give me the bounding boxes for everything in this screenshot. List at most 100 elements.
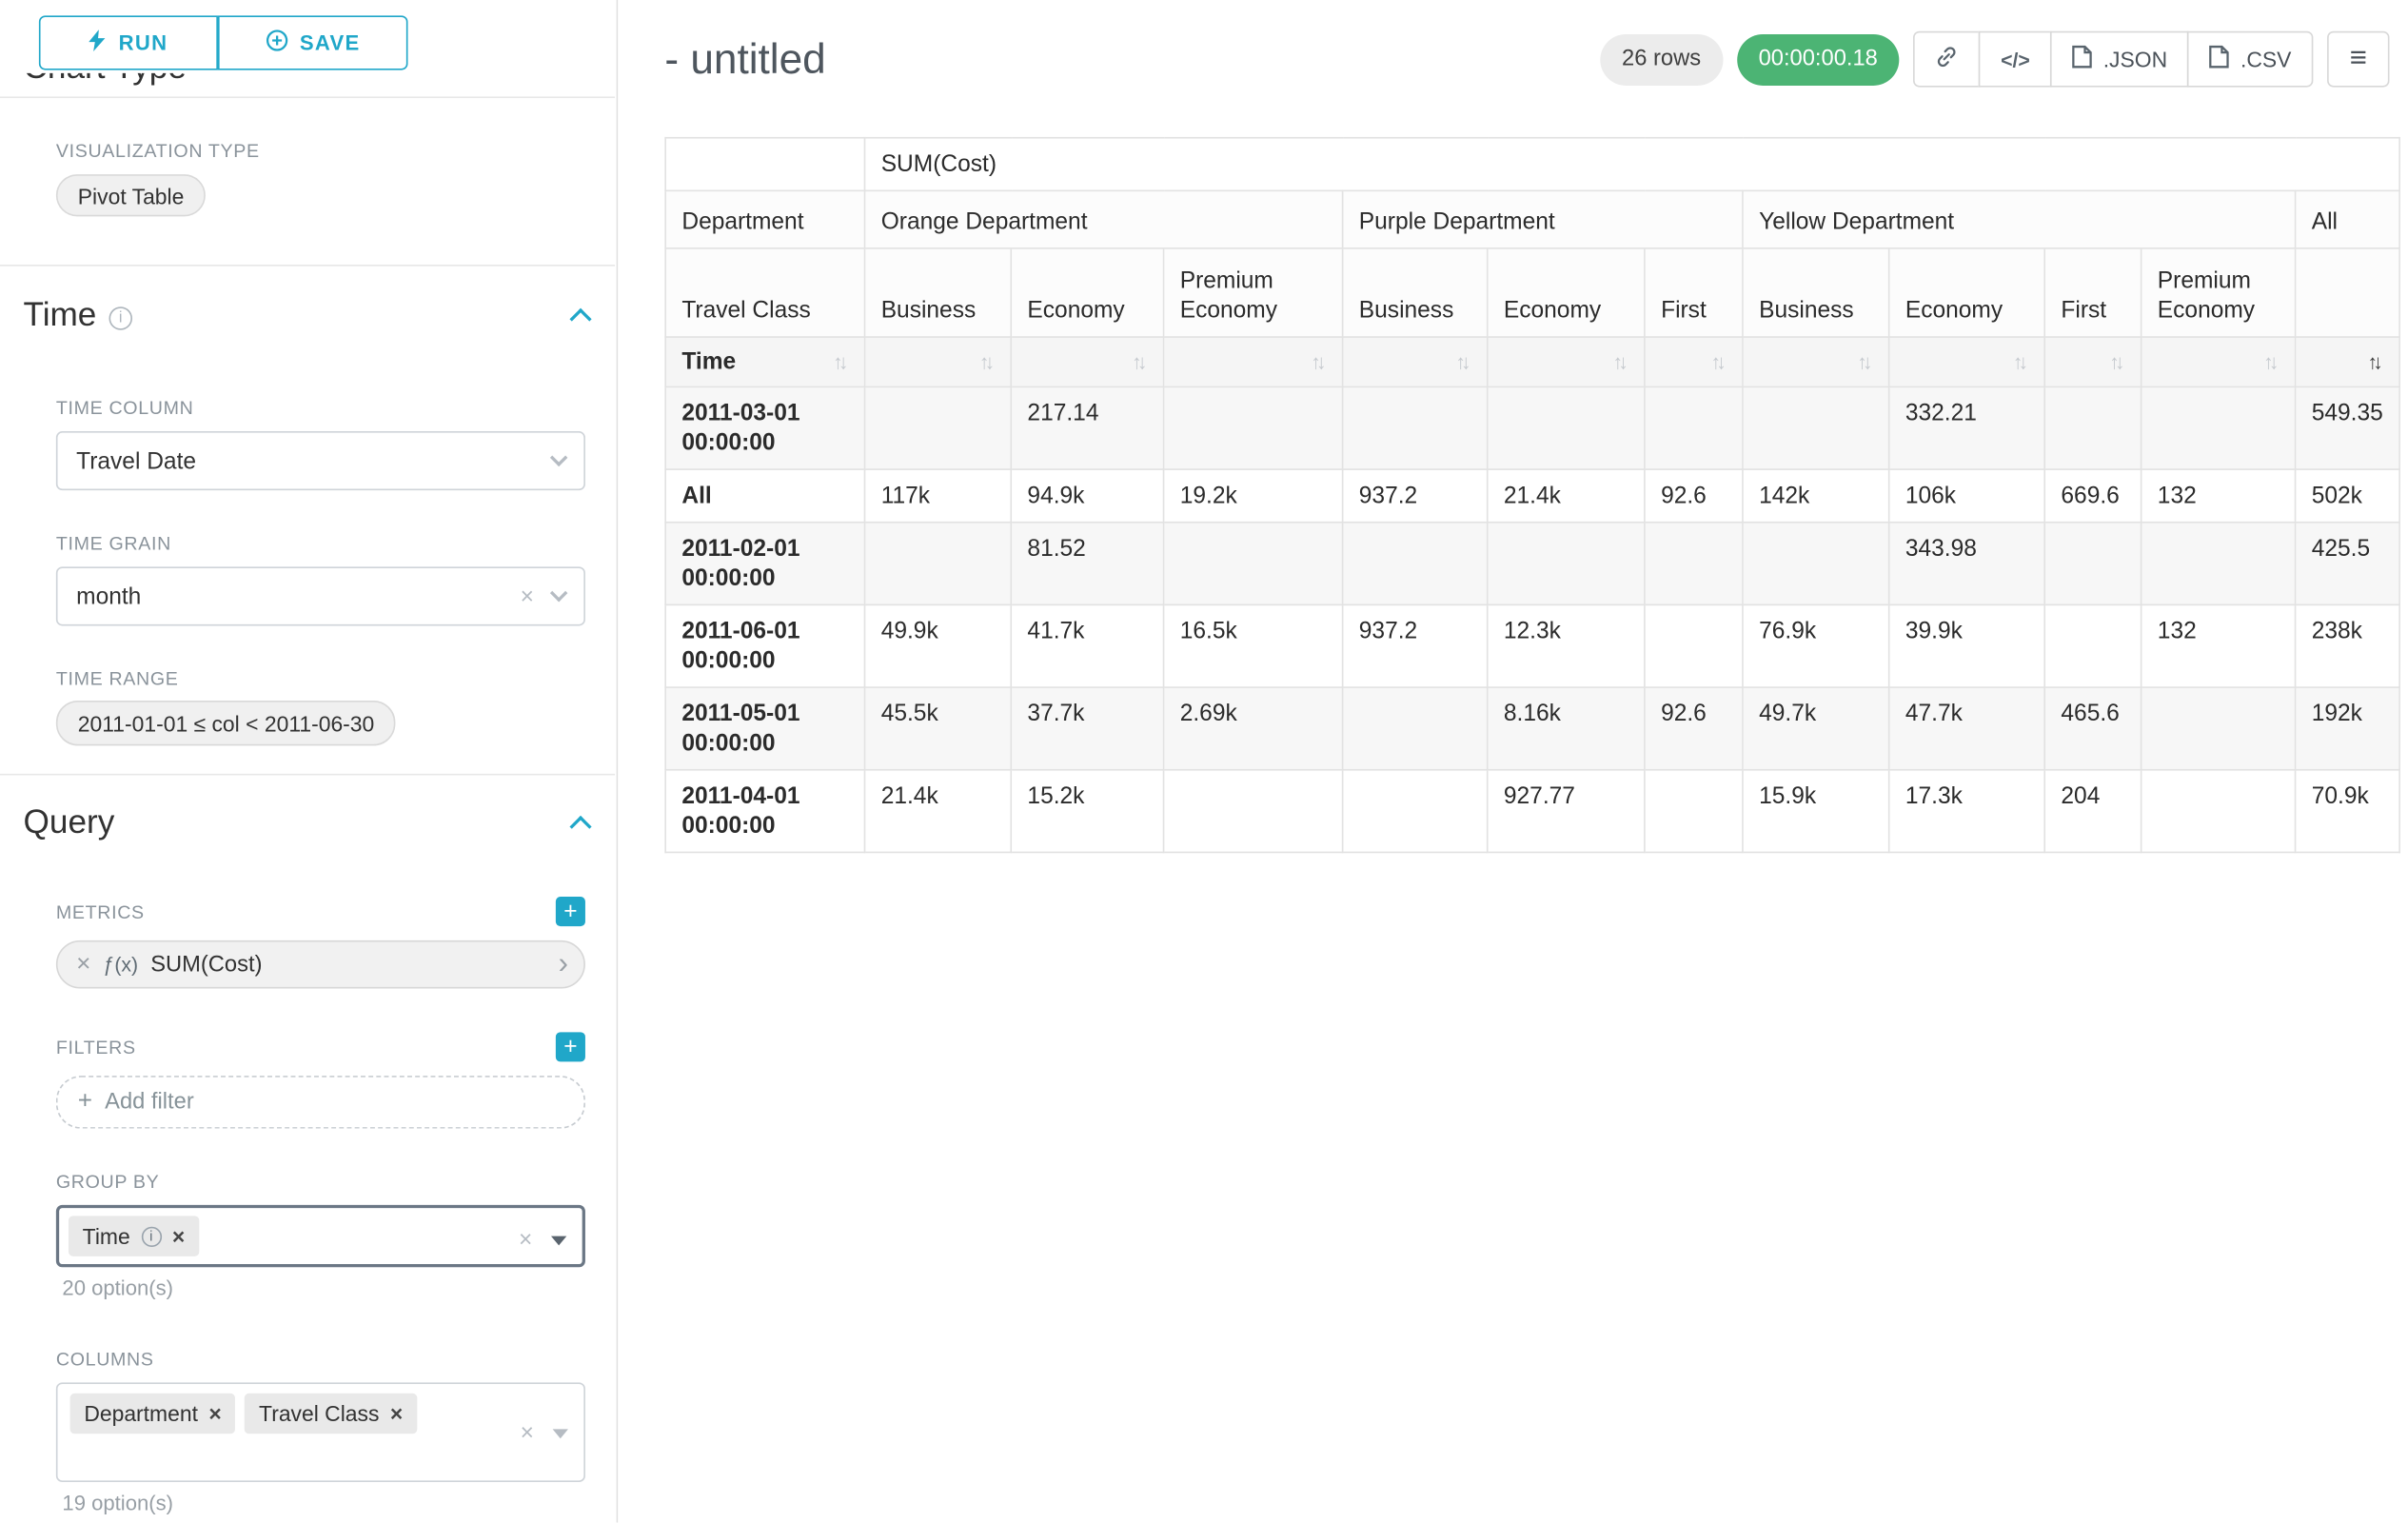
table-row: 2011-02-01 00:00:0081.52343.98425.5	[665, 523, 2399, 605]
time-range-value[interactable]: 2011-01-01 ≤ col < 2011-06-30	[56, 701, 396, 745]
sort-down-arrow: ↓	[2018, 350, 2028, 374]
chart-panel: - untitled 26 rows 00:00:00.18 </> .JSON	[618, 0, 2408, 1523]
value-cell: 37.7k	[1011, 687, 1163, 770]
sort-icon[interactable]: ↑↓	[2367, 350, 2382, 374]
value-cell	[1488, 386, 1645, 469]
chevron-down-icon[interactable]	[550, 584, 568, 603]
caret-down-icon[interactable]	[553, 1429, 568, 1438]
add-filter-plus-button[interactable]: +	[556, 1032, 585, 1061]
remove-icon[interactable]: ×	[172, 1224, 185, 1249]
value-cell: 343.98	[1889, 523, 2045, 605]
value-cell	[1488, 523, 1645, 605]
run-button[interactable]: RUN	[39, 15, 218, 69]
chevron-up-icon[interactable]	[569, 816, 591, 838]
value-cell: 45.5k	[865, 687, 1012, 770]
sort-icon[interactable]: ↑↓	[2013, 350, 2028, 374]
metric-pill[interactable]: × ƒ(x) SUM(Cost) ›	[56, 940, 585, 989]
group-by-select[interactable]: Timei× ×	[56, 1205, 585, 1267]
plus-icon: +	[78, 1088, 92, 1116]
run-button-label: RUN	[119, 31, 168, 55]
divider	[0, 265, 615, 267]
sort-icon[interactable]: ↑↓	[1857, 350, 1872, 374]
remove-icon[interactable]: ×	[390, 1401, 403, 1426]
clear-icon[interactable]: ×	[521, 584, 534, 608]
sort-cell: ↑↓	[2044, 337, 2141, 386]
table-row: 2011-04-01 00:00:0021.4k15.2k927.7715.9k…	[665, 770, 2399, 853]
group-by-pill-label: Time	[83, 1224, 130, 1249]
value-cell	[1743, 523, 1889, 605]
sort-icon[interactable]: ↑↓	[833, 347, 848, 377]
value-cell	[1164, 523, 1343, 605]
caret-right-icon[interactable]: ›	[559, 950, 568, 979]
value-cell	[2142, 770, 2296, 853]
sort-down-arrow: ↓	[2373, 350, 2383, 374]
chevron-up-icon[interactable]	[569, 308, 591, 330]
run-save-button-group: RUN SAVE	[39, 15, 408, 69]
clear-icon[interactable]: ×	[521, 1421, 534, 1445]
value-cell	[865, 386, 1012, 469]
value-cell: 117k	[865, 469, 1012, 523]
sort-cell: ↑↓	[1889, 337, 2045, 386]
group-header-cell: Yellow Department	[1743, 190, 2296, 248]
value-cell: 76.9k	[1743, 604, 1889, 687]
time-column-select[interactable]: Travel Date	[56, 431, 585, 490]
columns-select[interactable]: Department×Travel Class× ×	[56, 1382, 585, 1482]
export-json-button[interactable]: .JSON	[2050, 31, 2189, 88]
sort-down-arrow: ↓	[1716, 350, 1727, 374]
value-cell: 21.4k	[865, 770, 1012, 853]
leaf-header-cell: Economy	[1011, 248, 1163, 337]
sort-cell: ↑↓	[1743, 337, 1889, 386]
group-header-cell: Orange Department	[865, 190, 1343, 248]
value-cell	[1645, 386, 1743, 469]
sort-icon[interactable]: ↑↓	[1311, 350, 1326, 374]
value-cell	[1743, 386, 1889, 469]
sort-icon[interactable]: ↑↓	[2263, 350, 2279, 374]
embed-code-button[interactable]: </>	[1979, 31, 2052, 88]
caret-down-icon[interactable]	[551, 1236, 566, 1245]
value-cell: 332.21	[1889, 386, 2045, 469]
chart-toolbar: 26 rows 00:00:00.18 </> .JSON .	[1600, 31, 2389, 88]
sort-icon[interactable]: ↑↓	[1132, 350, 1147, 374]
add-filter-button[interactable]: + Add filter	[56, 1076, 585, 1129]
value-cell: 106k	[1889, 469, 2045, 523]
value-cell: 81.52	[1011, 523, 1163, 605]
table-row: 2011-03-01 00:00:00217.14332.21549.35	[665, 386, 2399, 469]
sort-icon[interactable]: ↑↓	[1710, 350, 1726, 374]
value-cell: 70.9k	[2296, 770, 2399, 853]
time-column-value: Travel Date	[76, 447, 196, 474]
value-cell: 669.6	[2044, 469, 2141, 523]
remove-metric-icon[interactable]: ×	[76, 950, 90, 978]
clear-icon[interactable]: ×	[519, 1228, 532, 1252]
value-cell: 39.9k	[1889, 604, 2045, 687]
menu-button[interactable]: ≡	[2327, 31, 2389, 88]
chevron-down-icon[interactable]	[550, 449, 568, 467]
group-by-option-count: 20 option(s)	[62, 1276, 173, 1300]
save-button[interactable]: SAVE	[218, 15, 408, 69]
link-icon	[1935, 45, 1959, 72]
export-csv-label: .CSV	[2240, 47, 2291, 71]
row-dimension-cell: Time↑↓	[665, 337, 864, 386]
value-cell: 502k	[2296, 469, 2399, 523]
explore-app: Chart Type RUN SAVE VISUALIZATION TYPE P…	[0, 0, 2408, 1523]
divider	[0, 96, 615, 98]
filters-label: FILTERS	[56, 1036, 136, 1058]
export-csv-button[interactable]: .CSV	[2187, 31, 2313, 88]
time-grain-select[interactable]: month ×	[56, 566, 585, 625]
value-cell	[865, 523, 1012, 605]
add-metric-button[interactable]: +	[556, 897, 585, 926]
row-label: All	[665, 469, 864, 523]
save-button-label: SAVE	[300, 31, 361, 55]
sort-icon[interactable]: ↑↓	[1455, 350, 1470, 374]
chart-title: - untitled	[664, 35, 825, 84]
sort-icon[interactable]: ↑↓	[2109, 350, 2124, 374]
visualization-type-value[interactable]: Pivot Table	[56, 174, 206, 216]
sort-icon[interactable]: ↑↓	[1612, 350, 1628, 374]
header-row-department: DepartmentOrange DepartmentPurple Depart…	[665, 190, 2399, 248]
group-by-label: GROUP BY	[56, 1171, 160, 1193]
remove-icon[interactable]: ×	[208, 1401, 221, 1426]
sort-icon[interactable]: ↑↓	[979, 350, 995, 374]
copy-link-button[interactable]	[1913, 31, 1980, 88]
pivot-table: SUM(Cost)DepartmentOrange DepartmentPurp…	[664, 137, 2399, 853]
value-cell: 94.9k	[1011, 469, 1163, 523]
export-button-group: </> .JSON .CSV	[1913, 31, 2313, 88]
